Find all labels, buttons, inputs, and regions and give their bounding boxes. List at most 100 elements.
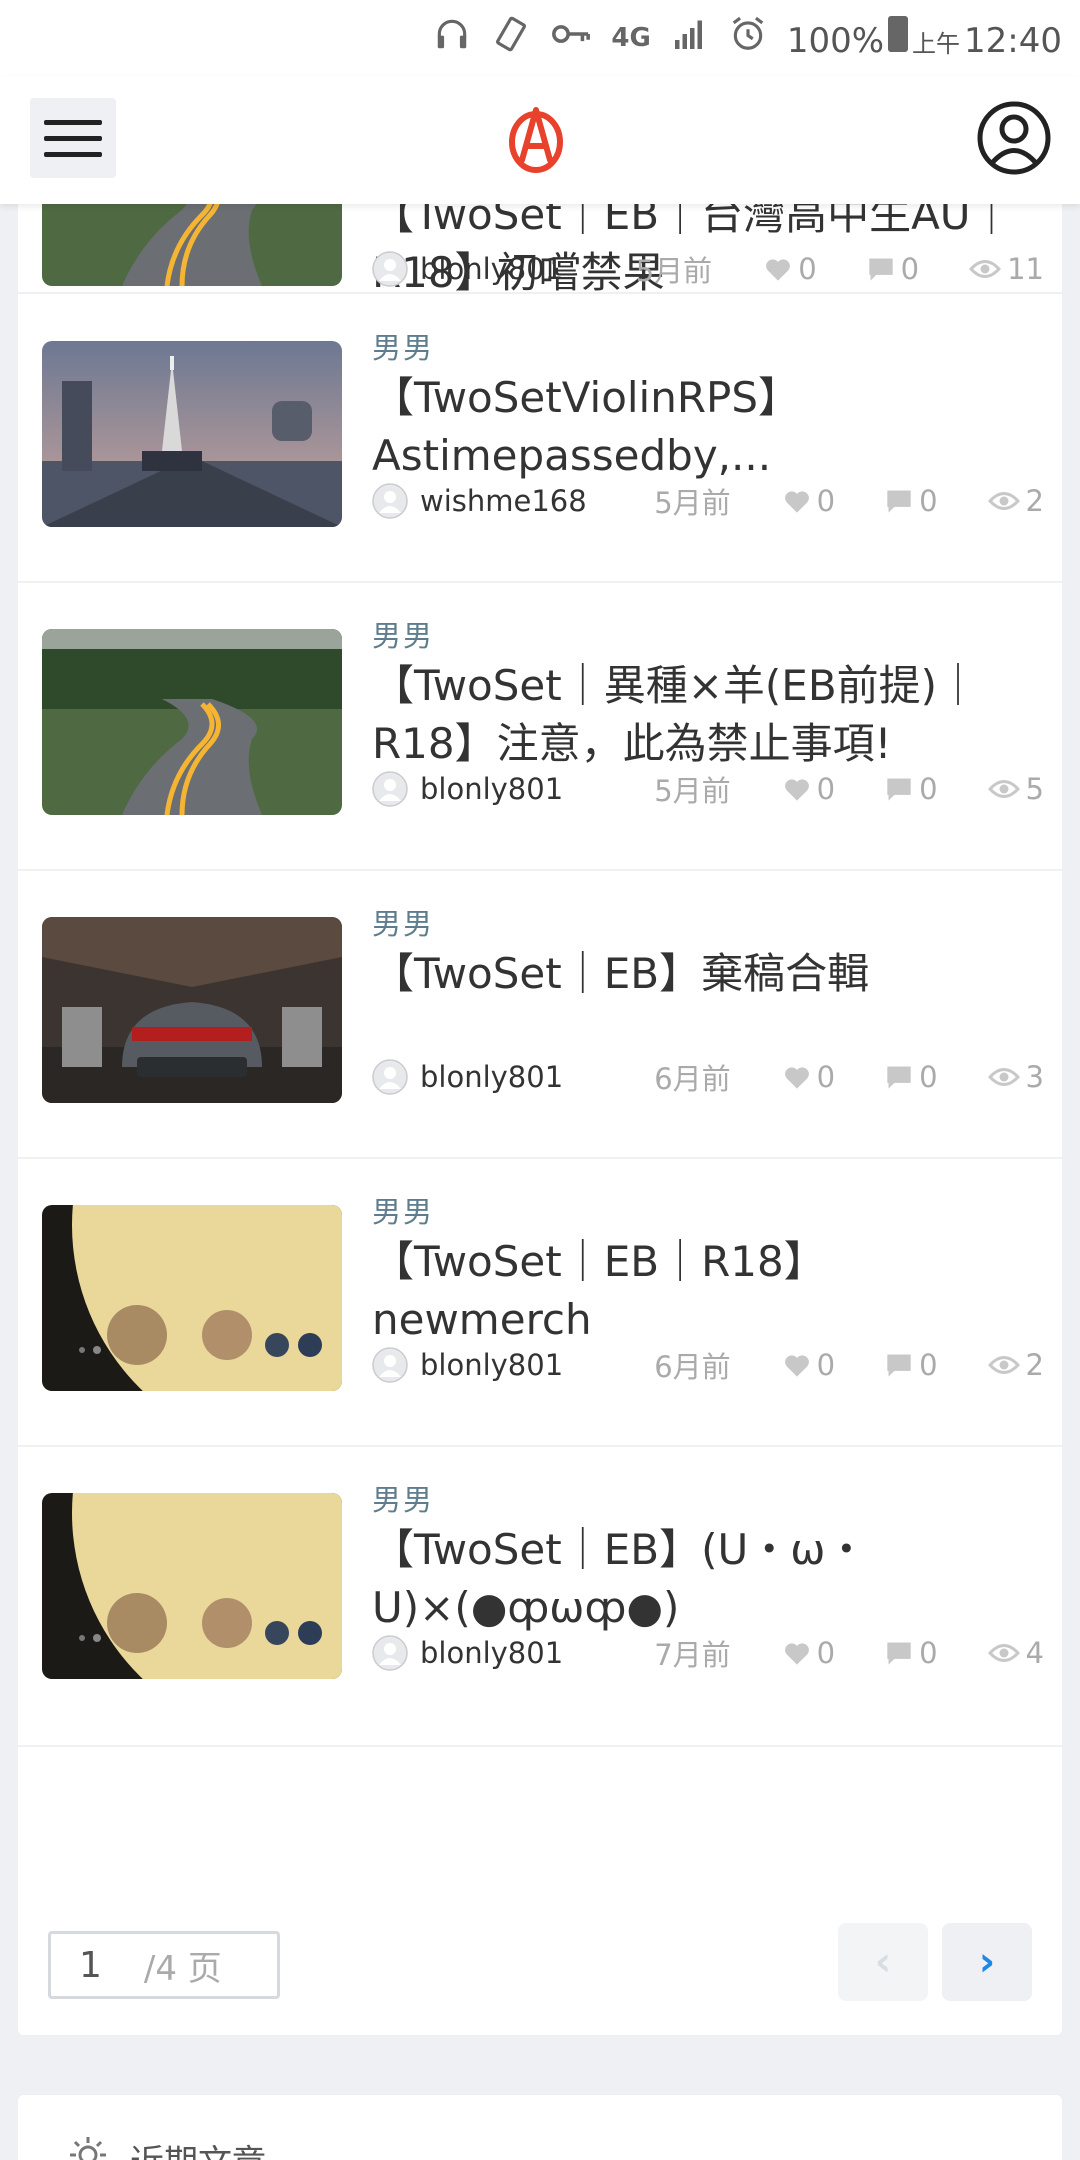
comments-value: 0 bbox=[919, 1348, 938, 1382]
list-item[interactable]: 男男 【TwoSet｜異種×羊(EB前提)｜R18】注意，此為禁止事項! blo… bbox=[18, 583, 1062, 871]
ampm: 上午 bbox=[912, 29, 961, 58]
likes-count: 0 bbox=[783, 772, 835, 806]
views-value: 5 bbox=[1025, 772, 1044, 806]
likes-count: 0 bbox=[783, 484, 835, 518]
likes-value: 0 bbox=[816, 1348, 836, 1382]
key-icon bbox=[551, 18, 591, 58]
menu-button[interactable] bbox=[30, 98, 116, 178]
list-item[interactable]: 男男 【TwoSet｜EB｜R18】newmerch blonly801 6月前… bbox=[18, 1159, 1062, 1447]
comments-value: 0 bbox=[919, 772, 938, 806]
views-value: 2 bbox=[1025, 484, 1044, 518]
post-thumbnail[interactable] bbox=[42, 1205, 342, 1391]
post-thumbnail[interactable] bbox=[42, 629, 342, 815]
views-value: 4 bbox=[1025, 1636, 1044, 1670]
comments-count: 0 bbox=[885, 1636, 938, 1670]
post-meta: blonly801 5月前 0 0 5 bbox=[372, 769, 1044, 809]
comments-count: 0 bbox=[885, 484, 938, 518]
post-author[interactable]: blonly801 bbox=[420, 1060, 563, 1094]
comments-value: 0 bbox=[919, 1636, 938, 1670]
post-list: 【TwoSet｜EB｜台灣高中生AU｜R18】初嚐禁果 blonly801 5月… bbox=[18, 150, 1062, 2035]
battery-icon bbox=[888, 15, 909, 52]
user-account-icon[interactable] bbox=[976, 98, 1052, 178]
comments-value: 0 bbox=[919, 484, 938, 518]
hamburger-icon-line bbox=[44, 151, 102, 157]
post-title[interactable]: 【TwoSet｜異種×羊(EB前提)｜R18】注意，此為禁止事項! bbox=[372, 657, 1032, 773]
list-item[interactable]: 男男 【TwoSetViolinRPS】Astimepassedby,... w… bbox=[18, 295, 1062, 583]
pagination: 1 /4 页 ‹ › bbox=[18, 1895, 1062, 2035]
comments-value: 0 bbox=[900, 252, 920, 286]
post-thumbnail[interactable] bbox=[42, 917, 342, 1103]
likes-count: 0 bbox=[783, 1636, 835, 1670]
post-title[interactable]: 【TwoSetViolinRPS】Astimepassedby,... bbox=[372, 369, 1032, 485]
post-time: 7月前 bbox=[654, 1638, 731, 1672]
post-category[interactable]: 男男 bbox=[372, 1477, 434, 1519]
page-number-input[interactable]: 1 /4 页 bbox=[48, 1931, 280, 1999]
comments-count: 0 bbox=[867, 252, 919, 286]
post-meta: blonly801 6月前 0 0 3 bbox=[372, 1057, 1044, 1097]
post-meta: blonly801 5月前 0 0 11 bbox=[372, 249, 1044, 289]
avatar-icon bbox=[372, 251, 408, 287]
post-category[interactable]: 男男 bbox=[372, 325, 434, 367]
post-author[interactable]: blonly801 bbox=[420, 252, 563, 286]
post-thumbnail[interactable] bbox=[42, 1493, 342, 1679]
battery-status: 100% 上午 12:40 bbox=[786, 15, 1062, 61]
alarm-icon bbox=[729, 15, 767, 62]
likes-count: 0 bbox=[783, 1060, 835, 1094]
hamburger-icon-line bbox=[44, 119, 102, 125]
comments-count: 0 bbox=[885, 772, 938, 806]
post-author[interactable]: blonly801 bbox=[420, 1636, 563, 1670]
vibrate-icon bbox=[491, 15, 531, 62]
post-time: 6月前 bbox=[654, 1350, 731, 1384]
status-bar: 4G 100% 上午 12:40 bbox=[0, 0, 1080, 76]
prev-page-button[interactable]: ‹ bbox=[838, 1923, 928, 2001]
avatar-icon bbox=[372, 771, 408, 807]
views-count: 2 bbox=[987, 1348, 1044, 1382]
recent-articles-widget: 近期文章 bbox=[18, 2095, 1062, 2160]
post-category[interactable]: 男男 bbox=[372, 613, 434, 655]
likes-value: 0 bbox=[816, 484, 836, 518]
post-time: 5月前 bbox=[654, 486, 731, 520]
views-count: 5 bbox=[987, 772, 1044, 806]
likes-count: 0 bbox=[764, 252, 817, 286]
post-title[interactable]: 【TwoSet｜EB】(U・ω・U)×(●ȹωȹ●) bbox=[372, 1521, 1032, 1637]
avatar-icon bbox=[372, 483, 408, 519]
comments-count: 0 bbox=[885, 1060, 938, 1094]
current-page[interactable]: 1 bbox=[79, 1945, 102, 1986]
post-thumbnail[interactable] bbox=[42, 341, 342, 527]
post-title[interactable]: 【TwoSet｜EB｜R18】newmerch bbox=[372, 1233, 1032, 1349]
list-item[interactable]: 男男 【TwoSet｜EB】(U・ω・U)×(●ȹωȹ●) blonly801 … bbox=[18, 1447, 1062, 1747]
post-time: 5月前 bbox=[654, 774, 731, 808]
post-title[interactable]: 【TwoSet｜EB】棄稿合輯 bbox=[372, 945, 1032, 1003]
network-type: 4G bbox=[611, 23, 651, 53]
likes-value: 0 bbox=[816, 1636, 836, 1670]
sun-icon bbox=[68, 2135, 108, 2160]
post-category[interactable]: 男男 bbox=[372, 901, 434, 943]
post-meta: blonly801 7月前 0 0 4 bbox=[372, 1633, 1044, 1673]
total-pages: /4 页 bbox=[143, 1948, 222, 1989]
views-count: 11 bbox=[969, 252, 1044, 286]
avatar-icon bbox=[372, 1347, 408, 1383]
next-page-button[interactable]: › bbox=[942, 1923, 1032, 2001]
hamburger-icon-line bbox=[44, 135, 102, 141]
comments-value: 0 bbox=[919, 1060, 938, 1094]
likes-value: 0 bbox=[816, 772, 836, 806]
likes-count: 0 bbox=[783, 1348, 835, 1382]
battery-percent: 100% bbox=[786, 20, 885, 61]
post-time: 6月前 bbox=[654, 1062, 731, 1096]
post-meta: blonly801 6月前 0 0 2 bbox=[372, 1345, 1044, 1385]
post-author[interactable]: blonly801 bbox=[420, 772, 563, 806]
app-header bbox=[0, 76, 1080, 204]
likes-value: 0 bbox=[816, 1060, 836, 1094]
avatar-icon bbox=[372, 1635, 408, 1671]
post-category[interactable]: 男男 bbox=[372, 1189, 434, 1231]
clock: 12:40 bbox=[964, 20, 1062, 61]
list-item[interactable]: 男男 【TwoSet｜EB】棄稿合輯 blonly801 6月前 0 0 3 bbox=[18, 871, 1062, 1159]
post-meta: wishme168 5月前 0 0 2 bbox=[372, 481, 1044, 521]
post-author[interactable]: wishme168 bbox=[420, 484, 587, 518]
post-author[interactable]: blonly801 bbox=[420, 1348, 563, 1382]
views-value: 11 bbox=[1007, 252, 1044, 286]
signal-icon bbox=[671, 16, 709, 61]
likes-value: 0 bbox=[798, 252, 817, 286]
comments-count: 0 bbox=[885, 1348, 938, 1382]
logo-icon[interactable] bbox=[506, 104, 566, 174]
